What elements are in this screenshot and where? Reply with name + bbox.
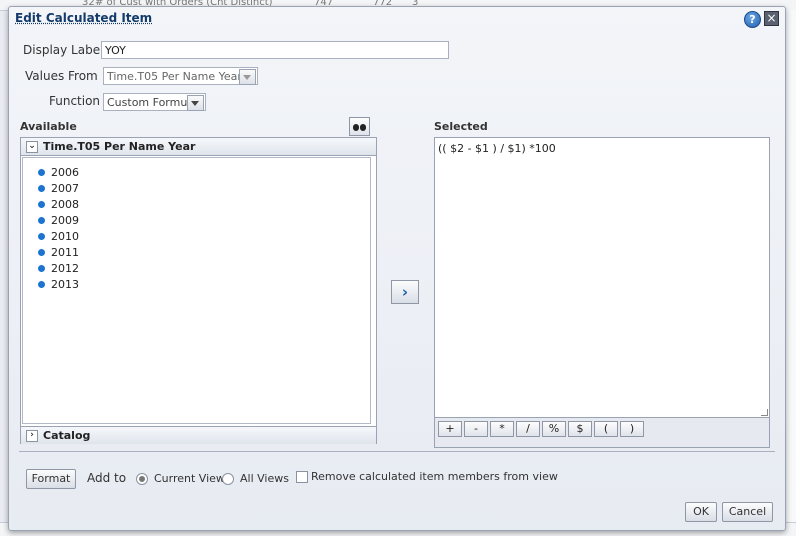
chevron-down-icon (187, 95, 204, 111)
remove-members-label: Remove calculated item members from view (311, 470, 558, 483)
binoculars-icon[interactable] (349, 117, 370, 136)
function-value: Custom Formula (107, 96, 198, 109)
operator-multiply-button[interactable]: * (490, 421, 514, 437)
member-dot-icon (38, 201, 45, 208)
cancel-button[interactable]: Cancel (722, 502, 773, 522)
member-list: 2006 2007 2008 2009 2010 2011 2012 2013 (22, 157, 371, 424)
ok-button[interactable]: OK (685, 502, 717, 522)
operator-open-paren-button[interactable]: ( (594, 421, 618, 437)
current-view-radio[interactable] (136, 473, 148, 485)
remove-members-checkbox[interactable] (296, 471, 308, 483)
move-right-button[interactable]: › (391, 280, 419, 304)
add-to-label: Add to (87, 471, 127, 485)
member-dot-icon (38, 265, 45, 272)
collapse-icon[interactable]: ⌄ (26, 141, 38, 153)
available-label: Available (20, 120, 77, 133)
all-views-radio[interactable] (222, 473, 234, 485)
display-label-label: Display Label (23, 43, 104, 57)
chevron-right-icon: › (401, 283, 409, 301)
selected-label: Selected (434, 120, 488, 133)
values-from-label: Values From (25, 69, 98, 83)
expand-icon[interactable]: › (26, 430, 38, 442)
member-dot-icon (38, 185, 45, 192)
operator-plus-button[interactable]: + (438, 421, 462, 437)
values-from-select[interactable]: Time.T05 Per Name Year (103, 67, 258, 85)
operator-divide-button[interactable]: / (516, 421, 540, 437)
member-dot-icon (38, 233, 45, 240)
member-item[interactable]: 2012 (38, 262, 79, 275)
member-item[interactable]: 2007 (38, 182, 79, 195)
function-label: Function (49, 94, 101, 108)
member-item[interactable]: 2013 (38, 278, 79, 291)
operator-minus-button[interactable]: - (464, 421, 488, 437)
member-item[interactable]: 2011 (38, 246, 79, 259)
member-item[interactable]: 2009 (38, 214, 79, 227)
divider (19, 451, 775, 452)
available-tree-header[interactable]: ⌄ Time.T05 Per Name Year (21, 138, 376, 156)
function-select[interactable]: Custom Formula (103, 93, 206, 111)
all-views-label: All Views (240, 472, 289, 485)
member-item[interactable]: 2008 (38, 198, 79, 211)
member-dot-icon (38, 249, 45, 256)
chevron-down-icon (239, 69, 256, 85)
close-icon[interactable]: × (764, 11, 779, 26)
edit-calculated-item-dialog: Edit Calculated Item ? × Display Label Y… (8, 6, 786, 531)
operator-toolbar: + - * / % $ ( ) (434, 418, 770, 448)
current-view-label: Current View (154, 472, 225, 485)
operator-dollar-button[interactable]: $ (568, 421, 592, 437)
catalog-header[interactable]: › Catalog (21, 426, 376, 444)
operator-close-paren-button[interactable]: ) (620, 421, 644, 437)
available-tree-title: Time.T05 Per Name Year (43, 140, 196, 153)
display-label-input[interactable]: YOY (101, 41, 449, 59)
values-from-value: Time.T05 Per Name Year (107, 70, 242, 83)
member-dot-icon (38, 281, 45, 288)
member-item[interactable]: 2010 (38, 230, 79, 243)
resize-handle-icon[interactable] (761, 409, 768, 416)
operator-percent-button[interactable]: % (542, 421, 566, 437)
format-button[interactable]: Format (26, 469, 76, 489)
member-item[interactable]: 2006 (38, 166, 79, 179)
formula-text: (( $2 - $1 ) / $1) *100 (438, 142, 556, 155)
dialog-title: Edit Calculated Item (15, 11, 153, 25)
catalog-label: Catalog (43, 429, 91, 442)
question-mark-icon[interactable]: ? (744, 11, 761, 28)
member-dot-icon (38, 217, 45, 224)
formula-textarea[interactable]: (( $2 - $1 ) / $1) *100 (434, 137, 770, 418)
available-panel: ⌄ Time.T05 Per Name Year 2006 2007 2008 … (20, 137, 377, 444)
member-dot-icon (38, 169, 45, 176)
